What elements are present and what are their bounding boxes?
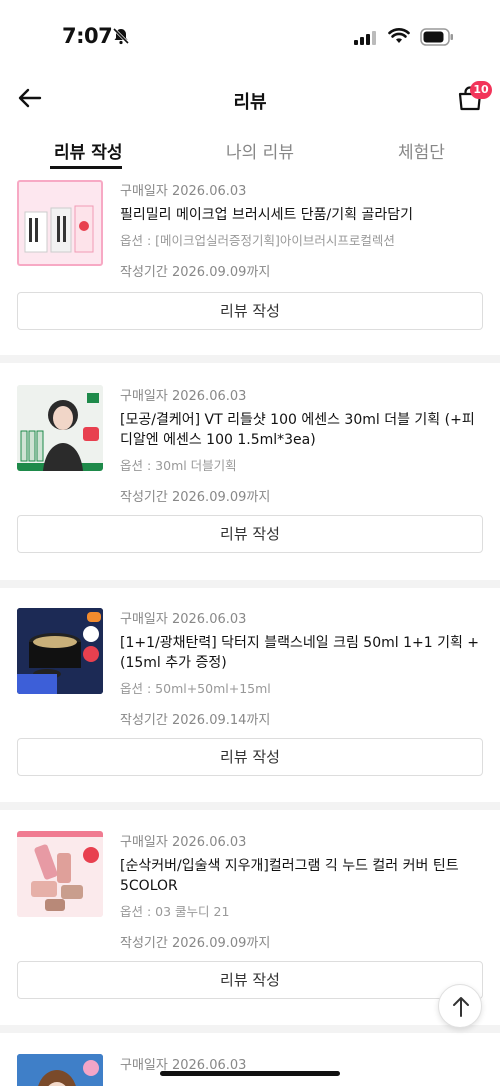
product-thumbnail[interactable] <box>17 831 103 917</box>
product-option: 옵션 : [메이크업실러증정기획]아이브러시프로컬렉션 <box>120 233 395 248</box>
cellular-signal-icon <box>354 30 376 49</box>
purchase-date: 구매일자 2026.06.03 <box>120 835 247 850</box>
product-option: 옵션 : 50ml+50ml+15ml <box>120 681 271 696</box>
purchase-date: 구매일자 2026.06.03 <box>120 184 247 199</box>
tab-my-reviews[interactable]: 나의 리뷰 <box>226 138 294 163</box>
status-bar: 7:07 <box>0 0 500 72</box>
tab-bar: 리뷰 작성 나의 리뷰 체험단 <box>0 130 500 170</box>
scroll-to-top-button[interactable] <box>438 984 482 1028</box>
divider <box>0 802 500 810</box>
cart-count-badge: 10 <box>470 81 492 99</box>
review-period: 작성기간 2026.09.09까지 <box>120 490 271 505</box>
write-review-button[interactable]: 리뷰 작성 <box>17 515 483 553</box>
divider <box>0 1025 500 1033</box>
product-name[interactable]: [모공/결케어] VT 리들샷 100 에센스 30ml 더블 기획 (+피디알… <box>120 410 480 450</box>
header: 리뷰 10 <box>0 72 500 124</box>
list-item: 구매일자 2026.06.03 [순삭커버/입술색 지우개]컬러그램 긱 누드 … <box>0 821 500 1043</box>
list-item: 구매일자 2026.06.03 <box>0 1044 500 1086</box>
purchase-date: 구매일자 2026.06.03 <box>120 612 247 627</box>
home-indicator <box>160 1071 340 1076</box>
product-name[interactable]: 필리밀리 메이크업 브러시세트 단품/기획 골라담기 <box>120 205 480 225</box>
divider <box>0 355 500 363</box>
product-thumbnail[interactable] <box>17 608 103 694</box>
bell-muted-icon <box>112 27 130 45</box>
divider <box>0 580 500 588</box>
review-period: 작성기간 2026.09.14까지 <box>120 713 271 728</box>
list-item: 구매일자 2026.06.03 [모공/결케어] VT 리들샷 100 에센스 … <box>0 375 500 597</box>
product-thumbnail[interactable] <box>17 385 103 471</box>
tab-trial-group[interactable]: 체험단 <box>398 138 445 163</box>
tab-write-review[interactable]: 리뷰 작성 <box>54 138 122 163</box>
product-option: 옵션 : 03 쿨누디 21 <box>120 904 230 919</box>
review-period: 작성기간 2026.09.09까지 <box>120 265 271 280</box>
write-review-button[interactable]: 리뷰 작성 <box>17 961 483 999</box>
write-review-button[interactable]: 리뷰 작성 <box>17 292 483 330</box>
battery-icon <box>420 28 454 50</box>
active-tab-indicator <box>50 166 122 169</box>
write-review-button[interactable]: 리뷰 작성 <box>17 738 483 776</box>
page-title: 리뷰 <box>233 92 267 113</box>
product-name[interactable]: [순삭커버/입술색 지우개]컬러그램 긱 누드 컬러 커버 틴트 5COLOR <box>120 856 480 896</box>
product-name[interactable]: [1+1/광채탄력] 닥터지 블랙스네일 크림 50ml 1+1 기획 +(15… <box>120 633 480 673</box>
status-time: 7:07 <box>62 24 113 48</box>
product-thumbnail[interactable] <box>17 1054 103 1086</box>
review-period: 작성기간 2026.09.09까지 <box>120 936 271 951</box>
purchase-date: 구매일자 2026.06.03 <box>120 389 247 404</box>
list-item: 구매일자 2026.06.03 [1+1/광채탄력] 닥터지 블랙스네일 크림 … <box>0 598 500 820</box>
product-thumbnail[interactable] <box>17 180 103 266</box>
wifi-icon <box>388 27 410 49</box>
product-option: 옵션 : 30ml 더블기획 <box>120 458 237 473</box>
